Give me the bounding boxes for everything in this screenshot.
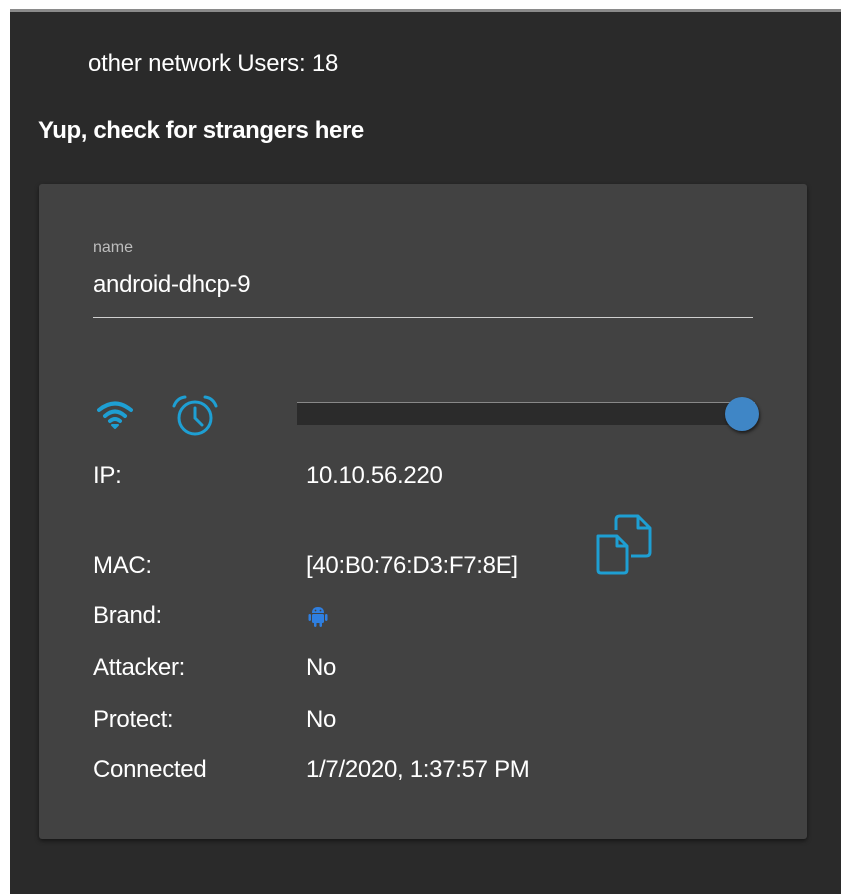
- protect-label: Protect:: [93, 706, 174, 733]
- main-panel: other network Users: 18 Yup, check for s…: [10, 12, 841, 894]
- attacker-value: No: [306, 654, 337, 681]
- ip-label: IP:: [93, 462, 122, 489]
- slider-thumb[interactable]: [725, 397, 759, 431]
- mac-label: MAC:: [93, 552, 152, 579]
- device-name-label: name: [93, 239, 134, 256]
- device-name-underline: [93, 317, 753, 318]
- alarm-clock-icon[interactable]: [171, 394, 219, 438]
- mac-value: [40:B0:76:D3:F7:8E]: [306, 552, 518, 579]
- window-top-border: [0, 0, 841, 9]
- connected-value: 1/7/2020, 1:37:57 PM: [306, 756, 530, 783]
- device-name-input[interactable]: android-dhcp-9: [93, 271, 753, 299]
- section-title: Yup, check for strangers here: [38, 117, 364, 144]
- wifi-icon: [97, 401, 133, 429]
- slider-track[interactable]: [297, 402, 755, 425]
- device-slider[interactable]: [297, 397, 759, 431]
- connected-label: Connected: [93, 756, 207, 783]
- ip-value: 10.10.56.220: [306, 462, 443, 489]
- other-network-users-count: other network Users: 18: [88, 50, 339, 77]
- device-name-field[interactable]: name android-dhcp-9: [93, 239, 753, 318]
- protect-value: No: [306, 706, 337, 733]
- device-card: name android-dhcp-9 IP: 10.10.56.220 MAC…: [39, 184, 807, 839]
- brand-label: Brand:: [93, 602, 162, 629]
- copy-icon[interactable]: [594, 512, 654, 576]
- attacker-label: Attacker:: [93, 654, 185, 681]
- android-icon: [308, 607, 328, 627]
